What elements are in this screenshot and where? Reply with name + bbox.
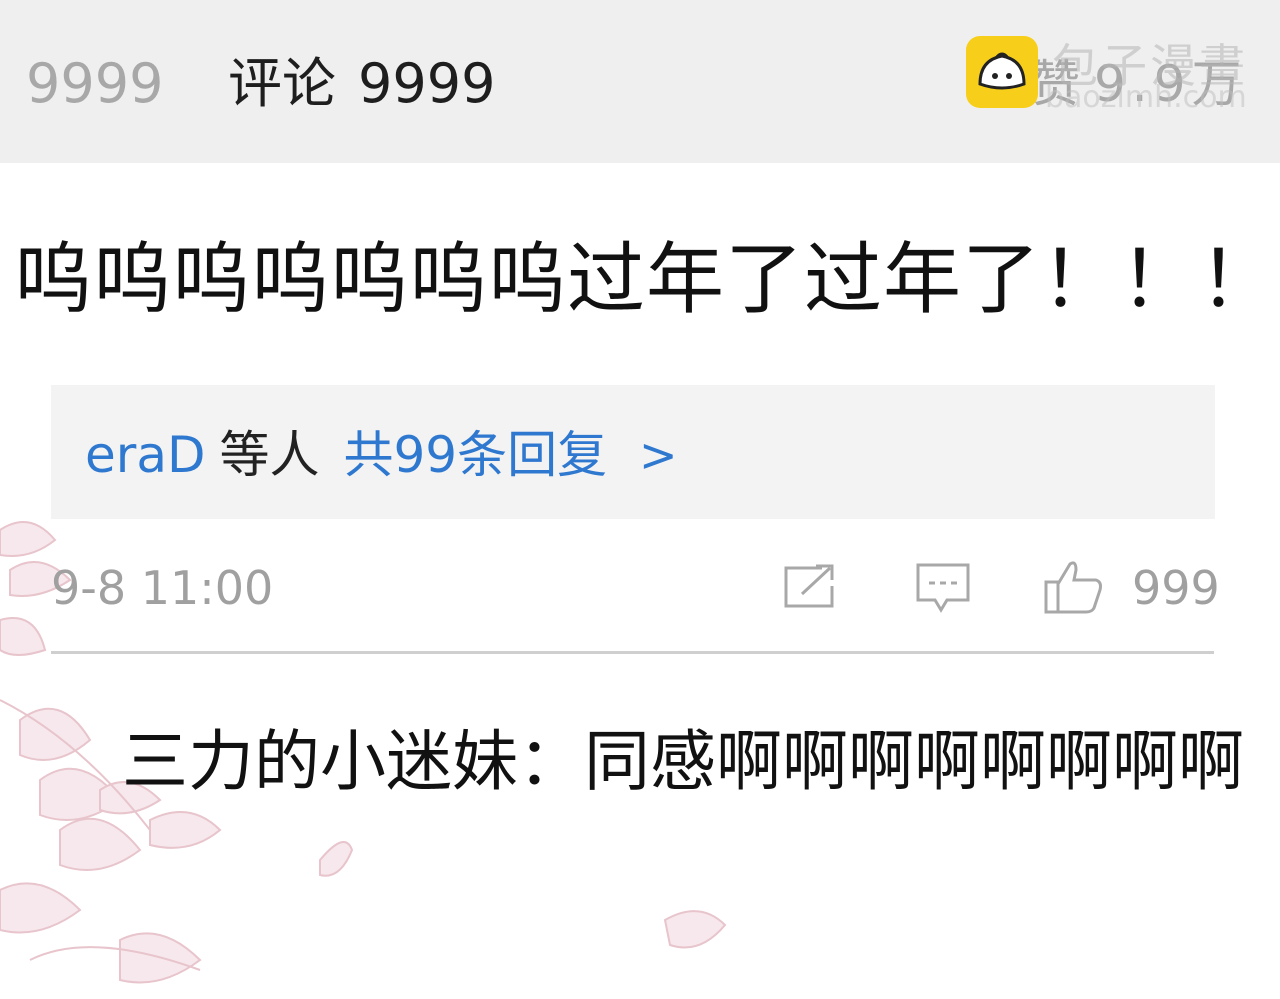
share-icon[interactable] [782, 562, 838, 610]
bun-logo-icon [966, 36, 1038, 108]
reply-username-link[interactable]: eraD [85, 426, 205, 484]
replies-summary-line: eraD 等人 共99条回复 [85, 425, 607, 485]
replies-others-label: 等人 [219, 426, 320, 484]
chevron-right-icon[interactable]: > [639, 425, 678, 485]
comments-count: 9999 [358, 52, 496, 115]
thumbs-up-icon[interactable] [1042, 558, 1104, 616]
header-left-count: 9999 [26, 52, 164, 115]
comment-icon[interactable] [915, 562, 971, 614]
watermark-url: baozimh.com [1045, 80, 1247, 115]
divider [51, 651, 1214, 654]
comments-label: 评论 [228, 52, 336, 115]
comment-timestamp: 9-8 11:00 [51, 561, 274, 615]
replies-count-link[interactable]: 共99条回复 [343, 426, 607, 484]
comment-body: 呜呜呜呜呜呜呜过年了过年了！！！ [14, 235, 1279, 325]
like-count: 999 [1132, 561, 1220, 615]
comments-tab[interactable]: 评论 9999 [228, 52, 495, 116]
reply-preview: 三力的小迷妹：同感啊啊啊啊啊啊啊啊 [122, 724, 1244, 800]
replies-summary-box[interactable]: eraD 等人 共99条回复 > [51, 385, 1215, 519]
